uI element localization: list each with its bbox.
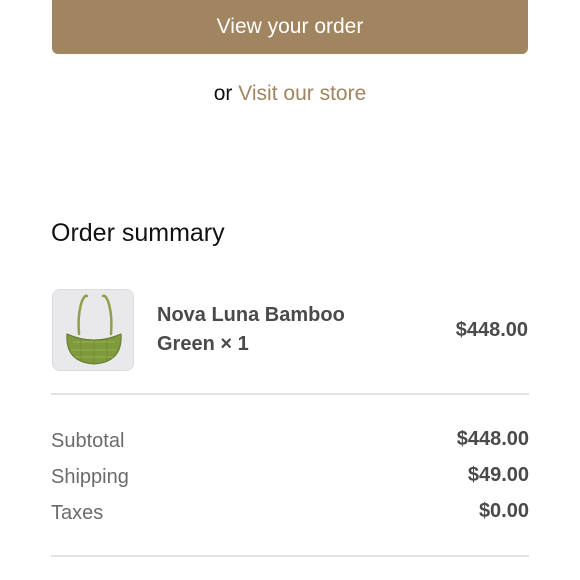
product-price: $448.00 — [455, 319, 528, 341]
shipping-label: Shipping — [51, 466, 129, 488]
order-summary-title: Order summary — [51, 219, 225, 247]
or-text: or — [213, 82, 233, 105]
shipping-value: $49.00 — [467, 464, 529, 486]
subtotal-label: Subtotal — [51, 430, 125, 452]
subtotal-value: $448.00 — [456, 428, 529, 450]
taxes-row: Taxes $0.00 — [51, 500, 529, 532]
taxes-value: $0.00 — [478, 500, 529, 522]
shipping-row: Shipping $49.00 — [51, 464, 529, 496]
view-order-label: View your order — [216, 14, 364, 38]
line-item: Nova Luna Bamboo Green × 1 $448.00 — [52, 289, 528, 371]
visit-store-link[interactable]: Visit our store — [238, 82, 366, 105]
product-thumbnail — [52, 289, 134, 371]
view-order-button[interactable]: View your order — [52, 0, 528, 54]
visit-store-line: or Visit our store — [0, 82, 580, 106]
taxes-label: Taxes — [51, 502, 104, 524]
product-name: Nova Luna Bamboo Green × 1 — [157, 304, 345, 355]
subtotal-row: Subtotal $448.00 — [51, 428, 529, 460]
order-confirmation-page: View your order or Visit our store Order… — [0, 0, 580, 580]
totals-divider — [51, 555, 529, 557]
summary-divider — [51, 393, 529, 395]
bag-thumbnail-icon — [66, 294, 122, 365]
